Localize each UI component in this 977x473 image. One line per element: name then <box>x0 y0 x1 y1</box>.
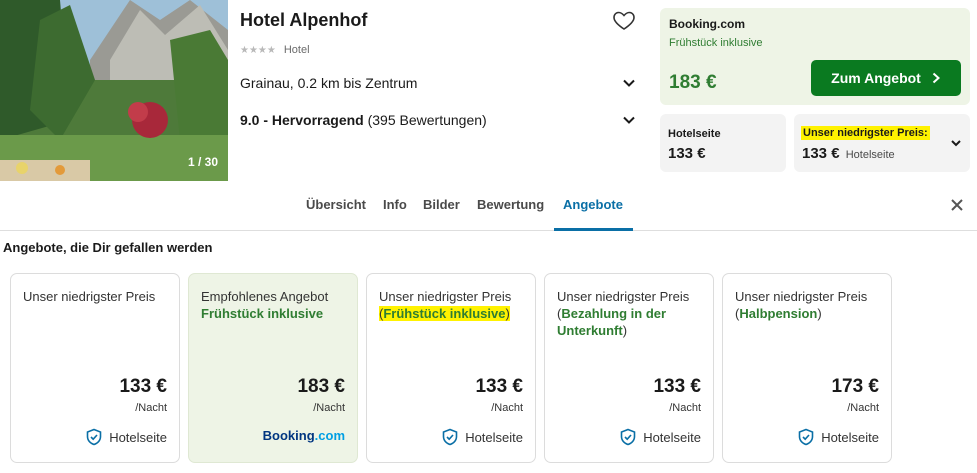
offer-card-title-line: Unser niedrigster Preis <box>379 289 512 304</box>
offer-card-provider-name: Hotelseite <box>821 429 879 445</box>
offer-card[interactable]: Unser niedrigster Preis 133 € /Nacht Hot… <box>10 273 180 463</box>
offer-card[interactable]: Unser niedrigster Preis (Halbpension) 17… <box>722 273 892 463</box>
view-deal-label: Zum Angebot <box>831 70 921 86</box>
hotel-photo[interactable]: 1 / 30 <box>0 0 228 181</box>
offer-card-per-night: /Nacht <box>847 402 879 414</box>
offer-card-provider: Hotelseite <box>441 428 523 446</box>
offer-card-provider: Hotelseite <box>797 428 879 446</box>
offer-card-detail: Frühstück inklusive <box>201 306 324 321</box>
alt-offer-price: 133 € <box>802 145 840 162</box>
image-counter: 1 / 30 <box>187 155 218 169</box>
tab-pictures[interactable]: Bilder <box>423 197 460 212</box>
offer-card-provider: Hotelseite <box>85 428 167 446</box>
chevron-down-icon <box>623 116 635 124</box>
hotel-info: Hotel Alpenhof ★★★★ Hotel Grainau, 0.2 k… <box>240 0 640 181</box>
offer-card-price: 173 € <box>831 376 879 397</box>
tab-offers[interactable]: Angebote <box>563 197 623 212</box>
offer-card-provider: Hotelseite <box>619 428 701 446</box>
tab-bar: Übersicht Info Bilder Bewertung Angebote <box>0 181 977 231</box>
tab-reviews[interactable]: Bewertung <box>477 197 544 212</box>
offer-card-per-night: /Nacht <box>491 402 523 414</box>
offer-card-price: 133 € <box>475 376 523 397</box>
offer-card-provider-name: Hotelseite <box>109 429 167 445</box>
deal-provider: Booking.com <box>669 17 746 31</box>
offer-card-provider-name: Hotelseite <box>643 429 701 445</box>
offer-card-provider: Booking.com <box>263 428 345 443</box>
offer-card-price: 133 € <box>119 376 167 397</box>
offer-card-title: Unser niedrigster Preis (Frühstück inklu… <box>379 288 525 322</box>
star-rating-row: ★★★★ Hotel <box>240 44 310 56</box>
offer-card-title: Unser niedrigster Preis (Bezahlung in de… <box>557 289 690 338</box>
deal-subtitle: Frühstück inklusive <box>669 37 763 49</box>
alt-offer-label: Unser niedrigster Preis: <box>801 126 930 140</box>
offer-card-detail: Frühstück inklusive <box>383 306 506 321</box>
alt-offer-price-row: 133 € Hotelseite <box>802 145 895 162</box>
offer-card-title: Unser niedrigster Preis <box>23 288 169 305</box>
shield-check-icon <box>86 428 102 446</box>
tab-overview[interactable]: Übersicht <box>306 197 366 212</box>
rating-row[interactable]: 9.0 - Hervorragend (395 Bewertungen) <box>240 112 636 128</box>
alt-offer-label: Hotelseite <box>668 128 721 140</box>
offer-card[interactable]: Unser niedrigster Preis (Bezahlung in de… <box>544 273 714 463</box>
chevron-right-icon <box>932 72 940 84</box>
shield-check-icon <box>620 428 636 446</box>
alt-offer-hotel-site[interactable]: Hotelseite 133 € <box>660 114 786 172</box>
offer-card-title-line: Empfohlenes Angebot <box>201 289 329 304</box>
chevron-down-icon <box>951 140 961 147</box>
alt-offer-price: 133 € <box>668 145 706 162</box>
offer-card-detail: Halbpension <box>739 306 818 321</box>
rating-text: 9.0 - Hervorragend (395 Bewertungen) <box>240 112 487 128</box>
offer-card-detail-highlight: (Frühstück inklusive) <box>379 306 510 321</box>
location-text: Grainau, 0.2 km bis Zentrum <box>240 75 418 91</box>
alt-offer-lowest-price[interactable]: Unser niedrigster Preis: 133 € Hotelseit… <box>794 114 970 172</box>
booking-logo: Booking.com <box>262 428 345 443</box>
location-row[interactable]: Grainau, 0.2 km bis Zentrum <box>240 75 636 91</box>
tab-info[interactable]: Info <box>383 197 407 212</box>
offer-card-title: Unser niedrigster Preis (Halbpension) <box>735 289 868 321</box>
offer-card-title-line: Unser niedrigster Preis <box>557 289 690 304</box>
offer-card-price: 133 € <box>653 376 701 397</box>
shield-check-icon <box>798 428 814 446</box>
shield-check-icon <box>442 428 458 446</box>
offer-card-recommended[interactable]: Empfohlenes Angebot Frühstück inklusive … <box>188 273 358 463</box>
offer-card-price: 183 € <box>297 376 345 397</box>
view-deal-button[interactable]: Zum Angebot <box>811 60 961 96</box>
rating-count: (395 Bewertungen) <box>367 112 487 128</box>
chevron-down-icon <box>623 79 635 87</box>
hotel-category: Hotel <box>283 44 310 56</box>
offer-card[interactable]: Unser niedrigster Preis (Frühstück inklu… <box>366 273 536 463</box>
active-tab-indicator <box>554 228 633 231</box>
offer-card-detail: Bezahlung in der Unterkunft <box>557 306 667 338</box>
offer-card-per-night: /Nacht <box>135 402 167 414</box>
top-deal: Booking.com Frühstück inklusive 183 € Zu… <box>660 8 970 105</box>
offer-card-per-night: /Nacht <box>313 402 345 414</box>
offer-card-per-night: /Nacht <box>669 402 701 414</box>
offer-card-title: Empfohlenes Angebot Frühstück inklusive <box>201 288 347 322</box>
section-title: Angebote, die Dir gefallen werden <box>3 240 213 255</box>
heart-icon[interactable] <box>612 8 636 32</box>
deal-price: 183 € <box>669 72 717 93</box>
hotel-photo-illustration <box>0 0 228 181</box>
offer-card-title-line: Unser niedrigster Preis <box>735 289 868 304</box>
offer-card-provider-name: Hotelseite <box>465 429 523 445</box>
close-icon[interactable] <box>949 197 965 213</box>
offer-card-title-line: Unser niedrigster Preis <box>23 289 156 304</box>
stars: ★★★★ <box>240 44 276 56</box>
hotel-name[interactable]: Hotel Alpenhof <box>240 10 367 31</box>
alt-offer-source: Hotelseite <box>845 149 895 161</box>
rating-score: 9.0 - Hervorragend <box>240 112 364 128</box>
